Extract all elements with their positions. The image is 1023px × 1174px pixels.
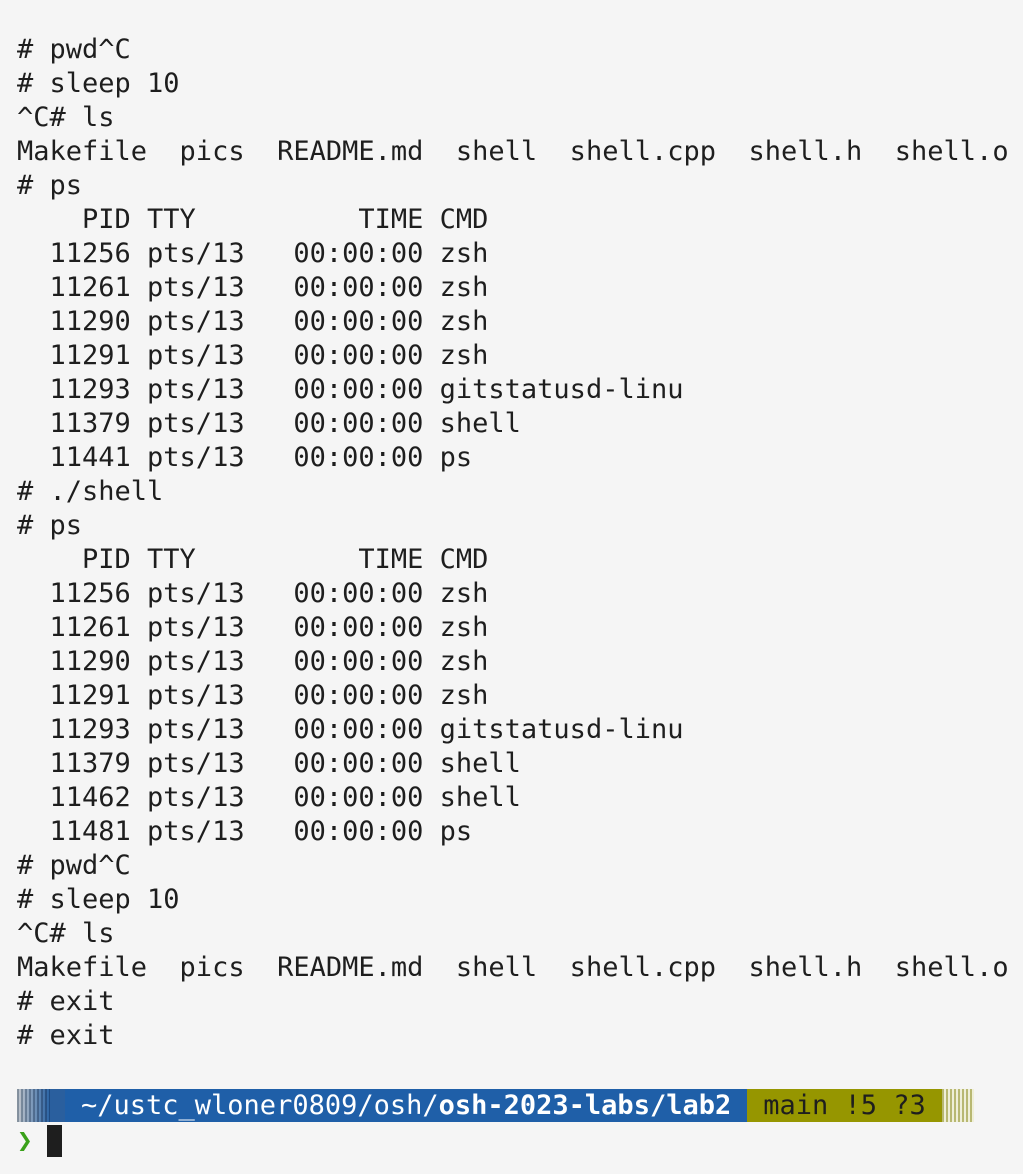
output-line: 11256 pts/13 00:00:00 zsh <box>17 578 489 609</box>
prompt-left-cap <box>50 1089 65 1122</box>
command-input-line[interactable]: ❯ <box>17 1124 62 1158</box>
prompt-right-edge <box>941 1089 974 1122</box>
output-line: 11379 pts/13 00:00:00 shell <box>17 748 521 779</box>
directory-current: osh-2023-labs/lab2 <box>438 1090 732 1121</box>
output-line: 11441 pts/13 00:00:00 ps <box>17 442 473 473</box>
output-line: # pwd^C <box>17 850 131 881</box>
output-line: PID TTY TIME CMD <box>17 544 489 575</box>
text-cursor[interactable] <box>47 1125 62 1157</box>
directory-prefix: ~/ustc_wloner0809/osh/ <box>81 1090 439 1121</box>
output-line: ^C# ls <box>17 918 115 949</box>
output-line: 11481 pts/13 00:00:00 ps <box>17 816 473 847</box>
output-line: Makefile pics README.md shell shell.cpp … <box>17 136 1009 167</box>
output-line: 11261 pts/13 00:00:00 zsh <box>17 272 489 303</box>
output-line: # exit <box>17 1020 115 1051</box>
output-line: 11291 pts/13 00:00:00 zsh <box>17 680 489 711</box>
output-line: 11293 pts/13 00:00:00 gitstatusd-linu <box>17 714 684 745</box>
output-line: Makefile pics README.md shell shell.cpp … <box>17 952 1009 983</box>
output-line: 11293 pts/13 00:00:00 gitstatusd-linu <box>17 374 684 405</box>
prompt-chevron-icon: ❯ <box>17 1126 33 1156</box>
output-line: 11256 pts/13 00:00:00 zsh <box>17 238 489 269</box>
output-line: # sleep 10 <box>17 68 180 99</box>
output-line: # ps <box>17 170 83 201</box>
prompt-directory-segment: ~/ustc_wloner0809/osh/osh-2023-labs/lab2 <box>65 1089 748 1122</box>
output-line: 11379 pts/13 00:00:00 shell <box>17 408 521 439</box>
terminal-window[interactable]: # pwd^C # sleep 10 ^C# ls Makefile pics … <box>0 0 1023 1174</box>
output-line: # pwd^C <box>17 34 131 65</box>
output-line: 11261 pts/13 00:00:00 zsh <box>17 612 489 643</box>
output-line: # ./shell <box>17 476 164 507</box>
prompt-git-segment: main !5 ?3 <box>747 1089 942 1122</box>
output-line: 11291 pts/13 00:00:00 zsh <box>17 340 489 371</box>
output-line: 11290 pts/13 00:00:00 zsh <box>17 306 489 337</box>
output-line: # ps <box>17 510 83 541</box>
output-line: PID TTY TIME CMD <box>17 204 489 235</box>
output-line: # exit <box>17 986 115 1017</box>
prompt-left-edge <box>17 1089 50 1122</box>
output-line: # sleep 10 <box>17 884 180 915</box>
terminal-output: # pwd^C # sleep 10 ^C# ls Makefile pics … <box>17 33 1009 1053</box>
powerline-prompt: ~/ustc_wloner0809/osh/osh-2023-labs/lab2… <box>17 1089 974 1122</box>
output-line: 11290 pts/13 00:00:00 zsh <box>17 646 489 677</box>
output-line: 11462 pts/13 00:00:00 shell <box>17 782 521 813</box>
output-line: ^C# ls <box>17 102 115 133</box>
